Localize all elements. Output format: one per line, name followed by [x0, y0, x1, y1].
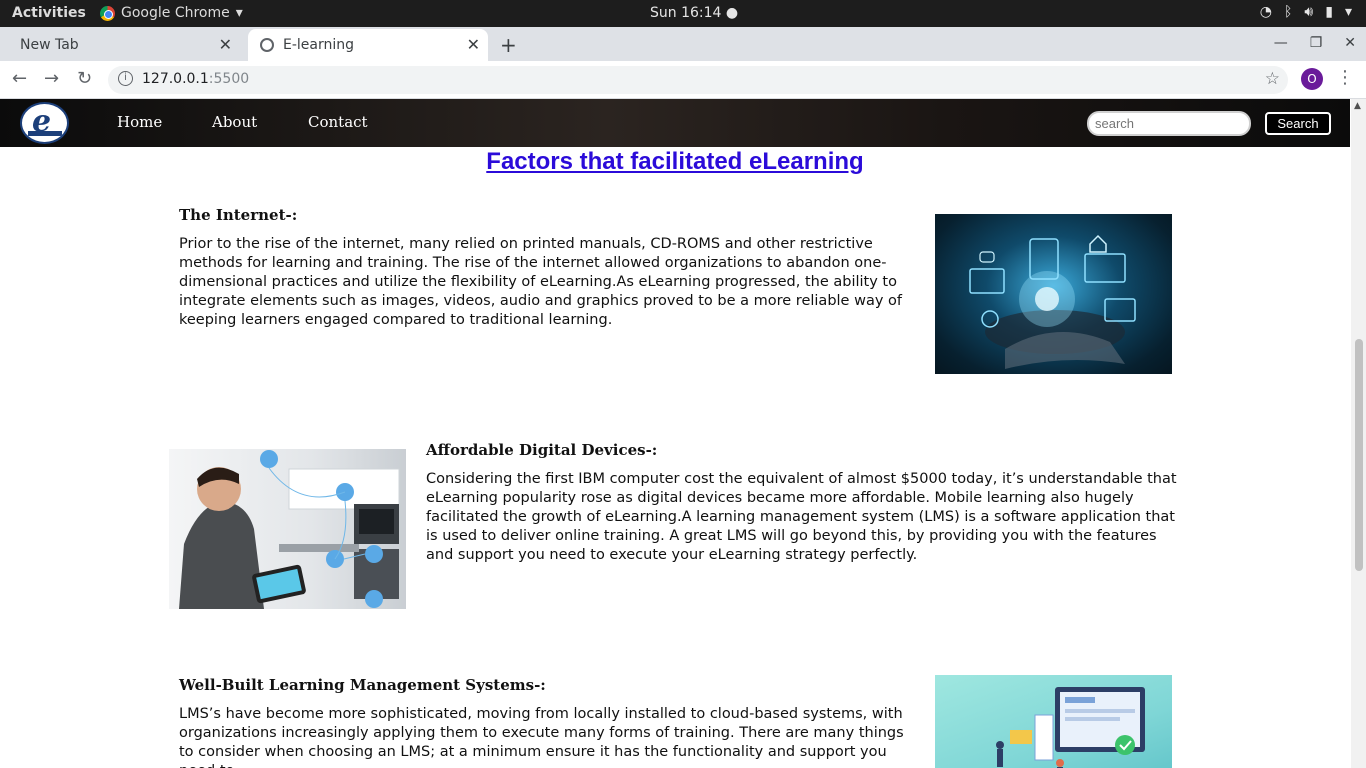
- section-body-lms: LMS’s have become more sophisticated, mo…: [179, 706, 904, 768]
- digital-devices-image: [169, 449, 406, 609]
- globe-icon: [260, 38, 274, 52]
- restore-icon[interactable]: ❐: [1310, 35, 1323, 51]
- close-window-icon[interactable]: ✕: [1344, 35, 1356, 51]
- address-bar[interactable]: i 127.0.0.1:5500 ☆: [108, 66, 1288, 94]
- info-icon[interactable]: i: [118, 71, 133, 86]
- section-body-internet: Prior to the rise of the internet, many …: [179, 236, 902, 328]
- tab-strip: New Tab ✕ E-learning ✕ + — ❐ ✕: [0, 27, 1366, 61]
- page-scrollbar[interactable]: ▲: [1351, 99, 1366, 768]
- forward-arrow-icon[interactable]: →: [44, 68, 59, 89]
- chrome-icon: [100, 5, 115, 21]
- system-tray[interactable]: ◔ ᛒ 🔊︎ ▮ ▾: [1260, 4, 1352, 20]
- nav-contact-link[interactable]: Contact: [308, 113, 368, 131]
- new-tab-button[interactable]: +: [500, 33, 517, 57]
- section-title-internet: The Internet-:: [179, 206, 298, 224]
- scroll-up-icon[interactable]: ▲: [1354, 101, 1361, 111]
- menu-kebab-icon[interactable]: ⋮: [1336, 67, 1354, 88]
- bluetooth-icon: ᛒ: [1284, 4, 1293, 20]
- caret-down-icon: ▾: [235, 5, 243, 21]
- logo-bar: [28, 131, 62, 136]
- back-arrow-icon[interactable]: ←: [12, 68, 27, 89]
- tab-e-learning[interactable]: E-learning ✕: [248, 29, 488, 61]
- site-logo[interactable]: e: [20, 102, 69, 144]
- site-navbar: e Home About Contact Search: [0, 99, 1350, 147]
- tab-label: E-learning: [283, 37, 355, 53]
- wifi-icon: ◔: [1259, 4, 1273, 20]
- search-input[interactable]: [1087, 111, 1251, 136]
- section-title-devices: Affordable Digital Devices-:: [426, 441, 658, 459]
- search-button[interactable]: Search: [1265, 112, 1331, 135]
- window-controls: — ❐ ✕: [1274, 35, 1356, 51]
- app-menu[interactable]: Google Chrome ▾: [100, 5, 243, 21]
- system-top-bar: Activities Google Chrome ▾ Sun 16:14 ● ◔…: [0, 0, 1366, 27]
- profile-avatar[interactable]: O: [1301, 68, 1323, 90]
- lms-image: [935, 675, 1172, 768]
- section-title-lms: Well-Built Learning Management Systems-:: [179, 676, 546, 694]
- battery-icon: ▮: [1325, 4, 1333, 20]
- scrollbar-thumb[interactable]: [1355, 339, 1363, 571]
- reload-icon[interactable]: ↻: [77, 68, 92, 89]
- section-body-devices: Considering the first IBM computer cost …: [426, 471, 1177, 563]
- activities-button[interactable]: Activities: [12, 5, 86, 21]
- nav-home-link[interactable]: Home: [117, 113, 162, 131]
- url-text[interactable]: 127.0.0.1:5500: [142, 71, 249, 87]
- bookmark-star-icon[interactable]: ☆: [1265, 69, 1280, 89]
- nav-about-link[interactable]: About: [212, 113, 257, 131]
- clock[interactable]: Sun 16:14 ●: [650, 5, 738, 21]
- tab-new-tab[interactable]: New Tab ✕: [0, 29, 240, 61]
- internet-image: [935, 214, 1172, 374]
- app-menu-label: Google Chrome: [121, 5, 230, 21]
- page-viewport: e Home About Contact Search Factors that…: [0, 99, 1350, 768]
- minimize-icon[interactable]: —: [1274, 35, 1288, 51]
- tab-label: New Tab: [20, 37, 79, 53]
- browser-toolbar: ← → ↻ i 127.0.0.1:5500 ☆ O ⋮: [0, 61, 1366, 99]
- volume-icon: 🔊︎: [1304, 4, 1314, 20]
- caret-down-icon: ▾: [1344, 4, 1352, 20]
- close-icon[interactable]: ✕: [219, 35, 232, 54]
- page-heading[interactable]: Factors that facilitated eLearning: [0, 148, 1350, 176]
- close-icon[interactable]: ✕: [467, 35, 480, 54]
